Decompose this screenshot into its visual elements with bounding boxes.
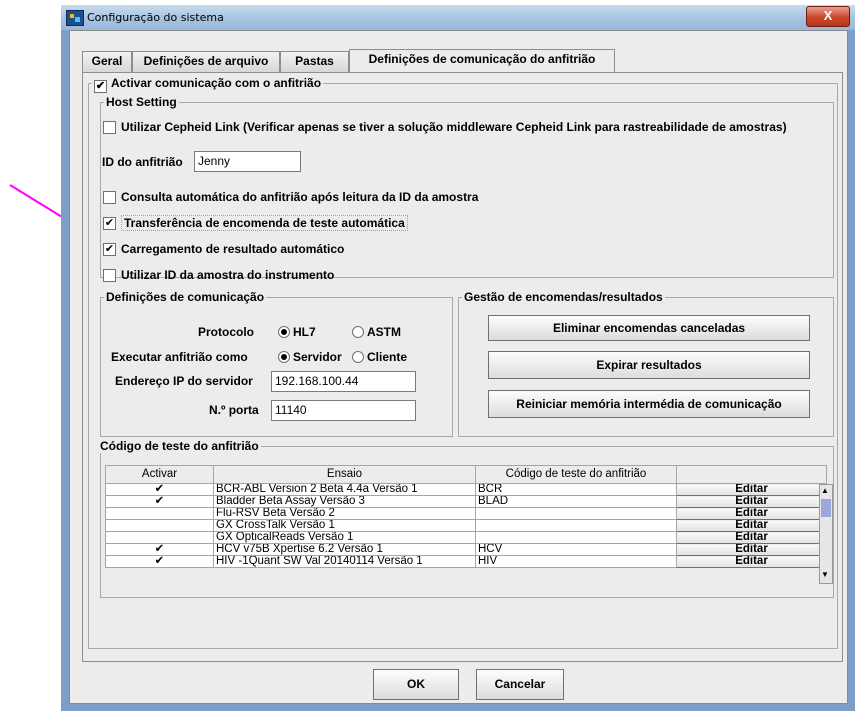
table-row: ✔ Bladder Beta Assay Versão 3 BLAD Edita…	[105, 495, 827, 508]
tab-host-comm-settings[interactable]: Definições de comunicação do anfitrião	[349, 49, 615, 72]
protocol-astm-radio[interactable]	[352, 326, 364, 338]
col-activar[interactable]: Activar	[105, 465, 214, 484]
instrument-id-checkbox[interactable]	[103, 269, 116, 282]
test-codes-group: Código de teste do anfitrião Activar Ens…	[98, 439, 834, 598]
server-ip-field[interactable]: 192.168.100.44	[271, 371, 416, 392]
edit-button[interactable]: Editar	[676, 519, 827, 532]
edit-button[interactable]: Editar	[676, 483, 827, 496]
reset-comm-buffer-button[interactable]: Reiniciar memória intermédia de comunica…	[488, 390, 810, 418]
row-check[interactable]: ✔	[105, 555, 214, 568]
row-check[interactable]	[105, 519, 214, 532]
edit-button[interactable]: Editar	[676, 531, 827, 544]
row-code[interactable]	[475, 531, 677, 544]
auto-order-label: Transferência de encomenda de teste auto…	[121, 215, 408, 231]
edit-button[interactable]: Editar	[676, 555, 827, 568]
col-ensaio[interactable]: Ensaio	[213, 465, 476, 484]
system-config-window: Configuração do sistema X Geral Definiçõ…	[61, 5, 855, 711]
app-icon	[66, 10, 84, 26]
instrument-id-label: Utilizar ID da amostra do instrumento	[121, 268, 335, 282]
run-as-client-radio[interactable]	[352, 351, 364, 363]
cancel-button[interactable]: Cancelar	[476, 669, 564, 700]
row-assay: GX CrossTalk Versão 1	[213, 519, 476, 532]
scroll-up-icon[interactable]: ▲	[821, 487, 829, 495]
order-mgmt-legend: Gestão de encomendas/resultados	[462, 290, 665, 304]
table-scrollbar[interactable]: ▲ ▼	[819, 484, 833, 584]
row-code[interactable]	[475, 519, 677, 532]
comm-settings-group: Definições de comunicação Protocolo HL7 …	[100, 290, 453, 437]
run-as-label: Executar anfitrião como	[111, 350, 248, 364]
protocol-hl7-radio[interactable]	[278, 326, 290, 338]
protocol-hl7-label: HL7	[293, 325, 316, 339]
table-row: GX OpticalReads Versão 1 Editar	[105, 531, 827, 544]
scroll-thumb[interactable]	[821, 499, 831, 517]
run-as-server-label: Servidor	[293, 350, 342, 364]
delete-cancelled-orders-button[interactable]: Eliminar encomendas canceladas	[488, 315, 810, 341]
expire-results-button[interactable]: Expirar resultados	[488, 351, 810, 379]
enable-comm-legend: ✔ Activar comunicação com o anfitrião	[92, 76, 324, 93]
row-assay: BCR-ABL Version 2 Beta 4.4a Versão 1	[213, 483, 476, 496]
cepheid-link-checkbox[interactable]	[103, 121, 116, 134]
host-setting-legend: Host Setting	[104, 95, 179, 109]
auto-query-checkbox[interactable]	[103, 191, 116, 204]
dialog-client-area: Geral Definições de arquivo Pastas Defin…	[69, 30, 848, 704]
row-code[interactable]: HIV	[475, 555, 677, 568]
host-setting-group: Host Setting Utilizar Cepheid Link (Veri…	[100, 95, 834, 282]
col-host-code[interactable]: Código de teste do anfitrião	[475, 465, 677, 484]
server-ip-label: Endereço IP do servidor	[115, 374, 253, 388]
protocol-label: Protocolo	[198, 325, 254, 339]
auto-result-checkbox[interactable]: ✔	[103, 243, 116, 256]
row-code[interactable]	[475, 507, 677, 520]
table-row: Flu-RSV Beta Versão 2 Editar	[105, 507, 827, 520]
tab-file-settings[interactable]: Definições de arquivo	[132, 51, 280, 72]
window-title: Configuração do sistema	[87, 11, 224, 24]
enable-comm-group: ✔ Activar comunicação com o anfitrião Hos…	[88, 76, 838, 649]
row-check[interactable]: ✔	[105, 543, 214, 556]
tab-folders[interactable]: Pastas	[280, 51, 349, 72]
host-id-field[interactable]: Jenny	[194, 151, 301, 172]
tab-geral[interactable]: Geral	[82, 51, 132, 72]
edit-button[interactable]: Editar	[676, 543, 827, 556]
row-assay: GX OpticalReads Versão 1	[213, 531, 476, 544]
row-check[interactable]	[105, 507, 214, 520]
test-codes-table: Activar Ensaio Código de teste do anfitr…	[105, 465, 827, 568]
row-assay: Bladder Beta Assay Versão 3	[213, 495, 476, 508]
row-check[interactable]: ✔	[105, 483, 214, 496]
host-comm-panel: ✔ Activar comunicação com o anfitrião Hos…	[82, 72, 843, 662]
title-bar[interactable]: Configuração do sistema X	[61, 5, 855, 30]
order-mgmt-group: Gestão de encomendas/resultados Eliminar…	[458, 290, 834, 437]
row-check[interactable]: ✔	[105, 495, 214, 508]
close-button[interactable]: X	[806, 6, 850, 27]
comm-settings-legend: Definições de comunicação	[104, 290, 267, 304]
row-check[interactable]	[105, 531, 214, 544]
cepheid-link-label: Utilizar Cepheid Link (Verificar apenas …	[121, 120, 787, 134]
auto-order-checkbox[interactable]: ✔	[103, 217, 116, 230]
row-code[interactable]: BLAD	[475, 495, 677, 508]
row-code[interactable]: HCV	[475, 543, 677, 556]
table-row: ✔ HIV -1Quant SW Val 20140114 Versão 1 H…	[105, 555, 827, 568]
auto-result-label: Carregamento de resultado automático	[121, 242, 345, 256]
row-assay: HCV v75B Xpertise 6.2 Versão 1	[213, 543, 476, 556]
host-id-label: ID do anfitrião	[102, 155, 183, 169]
table-row: GX CrossTalk Versão 1 Editar	[105, 519, 827, 532]
ok-button[interactable]: OK	[373, 669, 459, 700]
table-row: ✔ BCR-ABL Version 2 Beta 4.4a Versão 1 B…	[105, 483, 827, 496]
row-code[interactable]: BCR	[475, 483, 677, 496]
col-edit	[676, 465, 827, 484]
scroll-down-icon[interactable]: ▼	[821, 571, 829, 579]
row-assay: Flu-RSV Beta Versão 2	[213, 507, 476, 520]
edit-button[interactable]: Editar	[676, 507, 827, 520]
table-row: ✔ HCV v75B Xpertise 6.2 Versão 1 HCV Edi…	[105, 543, 827, 556]
enable-comm-label: Activar comunicação com o anfitrião	[111, 76, 322, 90]
run-as-client-label: Cliente	[367, 350, 408, 364]
test-codes-legend: Código de teste do anfitrião	[98, 439, 261, 453]
enable-comm-checkbox[interactable]: ✔	[94, 80, 107, 93]
edit-button[interactable]: Editar	[676, 495, 827, 508]
port-label: N.º porta	[209, 403, 259, 417]
run-as-server-radio[interactable]	[278, 351, 290, 363]
auto-query-label: Consulta automática do anfitrião após le…	[121, 190, 479, 204]
row-assay: HIV -1Quant SW Val 20140114 Versão 1	[213, 555, 476, 568]
port-field[interactable]: 11140	[271, 400, 416, 421]
protocol-astm-label: ASTM	[367, 325, 401, 339]
